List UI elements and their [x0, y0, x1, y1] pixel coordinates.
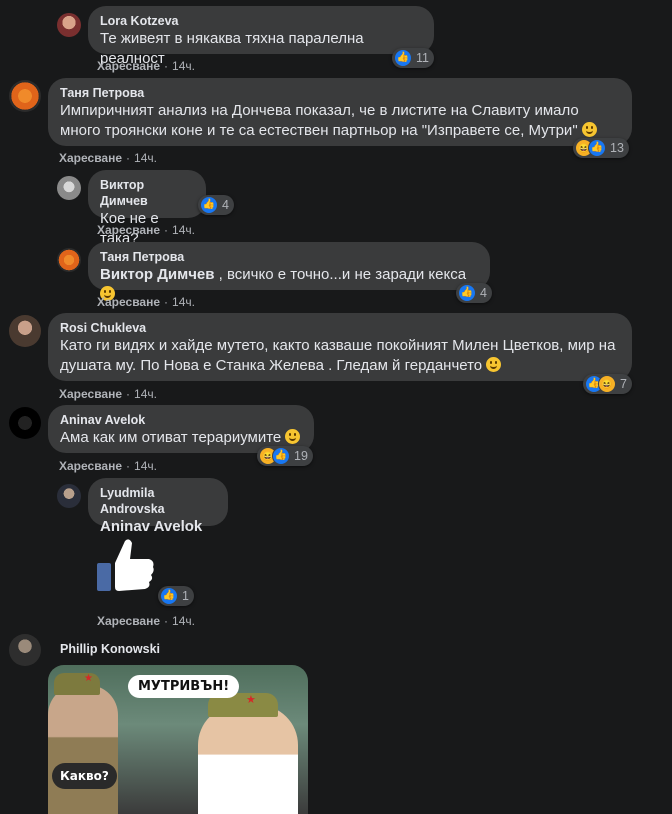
comment-author[interactable]: Phillip Konowski	[60, 642, 160, 656]
comment-text: Ама как им отиват терариумите	[60, 429, 301, 446]
reaction-count: 1	[182, 589, 189, 603]
comment-actions: Харесване · 14ч.	[59, 387, 157, 401]
winking-tongue-emoji-icon	[285, 429, 301, 444]
star-icon: ★	[246, 694, 256, 706]
speech-bubble-bottom: Какво?	[52, 763, 117, 789]
comment-author[interactable]: Aninav Avelok	[60, 412, 302, 428]
avatar[interactable]	[57, 176, 81, 200]
comment-text: Импиричният анализ на Дончева показал, ч…	[60, 102, 597, 139]
timestamp[interactable]: 14ч.	[172, 614, 195, 628]
mention-link[interactable]: Виктор Димчев	[100, 266, 214, 283]
like-button[interactable]: Харесване	[97, 295, 160, 309]
speech-bubble-top: МУТРИВЪН!	[128, 675, 240, 698]
comment-text: Като ги видях и хайде мутето, както казв…	[60, 337, 616, 374]
like-button[interactable]: Харесване	[59, 151, 122, 165]
avatar[interactable]	[57, 13, 81, 37]
comment-bubble: Lyudmila Androvska Aninav Avelok	[88, 478, 228, 535]
comment-author[interactable]: Виктор Димчев	[100, 177, 194, 209]
comment-bubble: Виктор Димчев Кое не е така?	[88, 170, 206, 247]
thumbs-up-sticker[interactable]	[95, 535, 157, 597]
reaction-count: 19	[294, 449, 308, 463]
comment-actions: Харесване · 14ч.	[97, 223, 195, 237]
like-reaction-icon: 👍	[200, 196, 218, 214]
reaction-count: 13	[610, 141, 624, 155]
comment-bubble: Rosi Chukleva Като ги видях и хайде муте…	[48, 313, 632, 381]
avatar[interactable]	[9, 80, 41, 112]
timestamp[interactable]: 14ч.	[172, 295, 195, 309]
comment-author[interactable]: Таня Петрова	[100, 249, 478, 265]
like-reaction-icon: 👍	[272, 447, 290, 465]
star-icon: ★	[84, 673, 93, 684]
avatar[interactable]	[57, 248, 81, 272]
timestamp[interactable]: 14ч.	[172, 223, 195, 237]
reaction-count: 4	[222, 198, 229, 212]
like-button[interactable]: Харесване	[97, 223, 160, 237]
comment-actions: Харесване · 14ч.	[97, 59, 195, 73]
timestamp[interactable]: 14ч.	[134, 151, 157, 165]
comment-text: Aninav Avelok	[100, 518, 202, 535]
timestamp[interactable]: 14ч.	[134, 459, 157, 473]
like-button[interactable]: Харесване	[97, 614, 160, 628]
avatar[interactable]	[9, 407, 41, 439]
avatar[interactable]	[57, 484, 81, 508]
like-button[interactable]: Харесване	[97, 59, 160, 73]
comment-author[interactable]: Lyudmila Androvska	[100, 485, 216, 517]
reactions-badge[interactable]: 👍 1	[158, 586, 194, 606]
reaction-count: 4	[480, 286, 487, 300]
like-reaction-icon: 👍	[160, 587, 178, 605]
avatar[interactable]	[9, 634, 41, 666]
timestamp[interactable]: 14ч.	[134, 387, 157, 401]
comment-actions: Харесване · 14ч.	[97, 614, 195, 628]
reaction-count: 7	[620, 377, 627, 391]
like-reaction-icon: 👍	[588, 139, 606, 157]
comment-bubble: Таня Петрова Виктор Димчев , всичко е то…	[88, 242, 490, 301]
haha-reaction-icon: 😆	[598, 375, 616, 393]
reactions-badge[interactable]: 👍 4	[456, 283, 492, 303]
comment-actions: Харесване · 14ч.	[97, 295, 195, 309]
meme-image[interactable]: ★ ★ МУТРИВЪН! Какво?	[48, 665, 308, 814]
smiling-emoji-icon	[486, 357, 502, 372]
comment-bubble: Таня Петрова Импиричният анализ на Донче…	[48, 78, 632, 146]
reactions-badge[interactable]: 👍 😆 7	[583, 374, 632, 394]
like-reaction-icon: 👍	[394, 49, 412, 67]
comment-author[interactable]: Lora Kotzeva	[100, 13, 422, 29]
reaction-count: 11	[416, 51, 429, 65]
like-button[interactable]: Харесване	[59, 459, 122, 473]
person-figure	[198, 705, 298, 814]
reactions-badge[interactable]: 😆 👍 13	[573, 138, 629, 158]
mention-link[interactable]: Aninav Avelok	[100, 518, 202, 535]
comment-author[interactable]: Таня Петрова	[60, 85, 620, 101]
comment-author[interactable]: Rosi Chukleva	[60, 320, 620, 336]
cap-icon	[54, 673, 100, 695]
reactions-badge[interactable]: 👍 11	[392, 48, 434, 68]
person-figure	[48, 685, 118, 814]
reactions-badge[interactable]: 👍 4	[198, 195, 234, 215]
comment-bubble: Lora Kotzeva Те живеят в някаква тяхна п…	[88, 6, 434, 67]
like-button[interactable]: Харесване	[59, 387, 122, 401]
comment-actions: Харесване · 14ч.	[59, 151, 157, 165]
reactions-badge[interactable]: 😆 👍 19	[257, 446, 313, 466]
like-reaction-icon: 👍	[458, 284, 476, 302]
timestamp[interactable]: 14ч.	[172, 59, 195, 73]
thumbs-up-icon	[97, 539, 154, 591]
comment-actions: Харесване · 14ч.	[59, 459, 157, 473]
avatar[interactable]	[9, 315, 41, 347]
astonished-emoji-icon	[581, 122, 597, 137]
